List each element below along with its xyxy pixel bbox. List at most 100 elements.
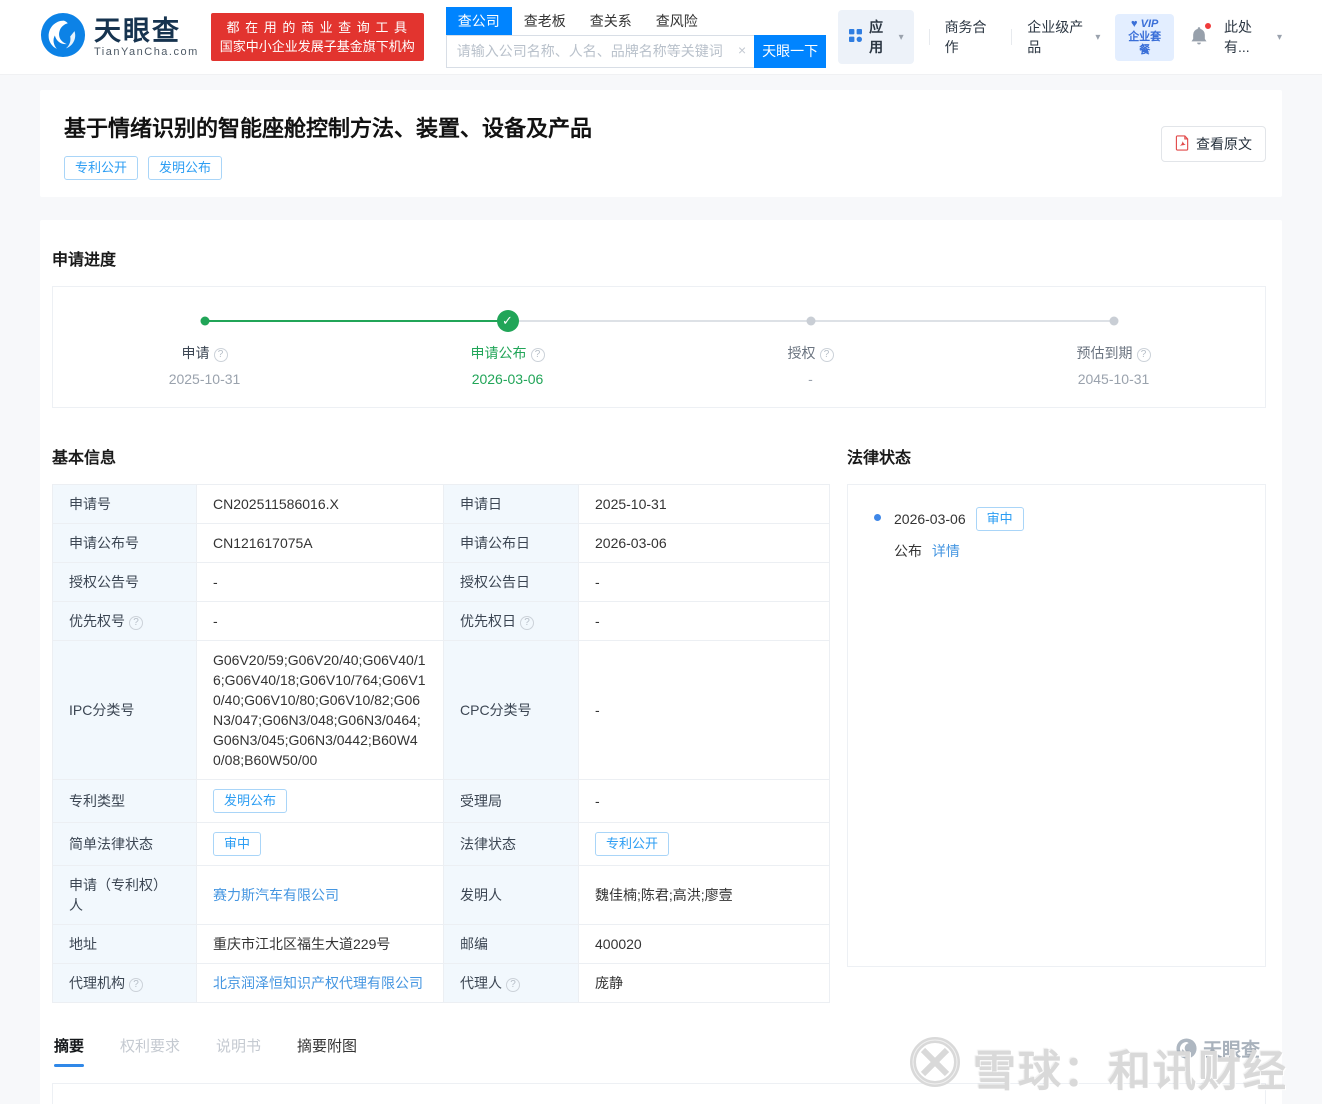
table-row: 代理机构? 北京润泽恒知识产权代理有限公司 代理人? 庞静 xyxy=(53,964,830,1003)
field-value: 2026-03-06 xyxy=(579,524,830,563)
detail-tabs: 摘要 权利要求 说明书 摘要附图 天眼查 xyxy=(52,1035,1266,1067)
field-label: 申请公布号 xyxy=(53,524,197,563)
timeline-dot-granted xyxy=(806,317,815,326)
help-icon[interactable]: ? xyxy=(531,348,545,362)
nav-enterprise[interactable]: 企业级产品 ▾ xyxy=(1027,17,1100,57)
slogan-banner: 都 在 用 的 商 业 查 询 工 具 国家中小企业发展子基金旗下机构 xyxy=(211,13,424,61)
tab-abstract[interactable]: 摘要 xyxy=(54,1035,84,1067)
step-label: 申请公布 xyxy=(471,345,527,361)
divider xyxy=(1011,29,1012,45)
field-label: 授权公告号 xyxy=(53,563,197,602)
table-row: 优先权号? - 优先权日? - xyxy=(53,602,830,641)
search-button[interactable]: 天眼一下 xyxy=(754,35,826,68)
apps-menu-button[interactable]: 应用 ▾ xyxy=(838,10,914,64)
applicant-company-link[interactable]: 赛力斯汽车有限公司 xyxy=(213,887,339,903)
timeline-dot-published-check-icon: ✓ xyxy=(497,310,519,332)
apps-label: 应用 xyxy=(869,17,892,57)
bullet-icon xyxy=(874,514,881,521)
tab-abstract-figure[interactable]: 摘要附图 xyxy=(297,1035,357,1067)
table-row: 授权公告号 - 授权公告日 - xyxy=(53,563,830,602)
agency-company-link[interactable]: 北京润泽恒知识产权代理有限公司 xyxy=(213,975,423,991)
basic-info-heading: 基本信息 xyxy=(52,444,830,468)
field-value: - xyxy=(579,780,830,823)
timeline-track-done xyxy=(205,320,508,322)
field-value: 400020 xyxy=(579,925,830,964)
legal-status-tag: 审中 xyxy=(976,507,1024,531)
table-row: 地址 重庆市江北区福生大道229号 邮编 400020 xyxy=(53,925,830,964)
legal-status-detail-link[interactable]: 详情 xyxy=(932,543,960,559)
step-date: 2025-10-31 xyxy=(53,371,356,387)
legal-status-action: 公布 xyxy=(894,543,922,559)
help-icon[interactable]: ? xyxy=(129,978,143,992)
application-progress-timeline: ✓ 申请? 2025-10-31 申请公布? 2026-03-06 授权? - xyxy=(52,286,1266,408)
search-tab-risk[interactable]: 查风险 xyxy=(644,7,710,35)
legal-status-item: 2026-03-06 审中 公布 详情 xyxy=(872,507,1241,561)
help-icon[interactable]: ? xyxy=(506,978,520,992)
view-original-button[interactable]: 查看原文 xyxy=(1161,126,1266,162)
field-value: 重庆市江北区福生大道229号 xyxy=(197,925,444,964)
brand-domain: TianYanCha.com xyxy=(94,46,199,58)
basic-info-table: 申请号 CN202511586016.X 申请日 2025-10-31 申请公布… xyxy=(52,484,830,1003)
help-icon[interactable]: ? xyxy=(520,616,534,630)
field-label: 申请日 xyxy=(444,485,579,524)
help-icon[interactable]: ? xyxy=(1137,348,1151,362)
enterprise-label: 企业级产品 xyxy=(1027,17,1091,57)
notification-bell-icon[interactable] xyxy=(1189,25,1209,49)
help-icon[interactable]: ? xyxy=(820,348,834,362)
field-label: 受理局 xyxy=(444,780,579,823)
help-icon[interactable]: ? xyxy=(129,616,143,630)
apps-grid-icon xyxy=(848,28,863,46)
tab-claims: 权利要求 xyxy=(120,1035,180,1067)
divider xyxy=(929,29,930,45)
tianyancha-logo[interactable]: 天眼查 TianYanCha.com xyxy=(40,12,199,63)
table-row: IPC分类号 G06V20/59;G06V20/40;G06V40/16;G06… xyxy=(53,641,830,780)
step-date: 2045-10-31 xyxy=(962,371,1265,387)
timeline-dot-expiry xyxy=(1109,317,1118,326)
search-tabs: 查公司 查老板 查关系 查风险 xyxy=(446,7,826,35)
field-label: 专利类型 xyxy=(53,780,197,823)
ipc-classification-value: G06V20/59;G06V20/40;G06V40/16;G06V40/18;… xyxy=(197,641,444,780)
search-input[interactable] xyxy=(446,35,754,68)
view-original-label: 查看原文 xyxy=(1196,134,1252,154)
clear-search-icon[interactable]: × xyxy=(738,42,746,58)
vip-sub-label: 企业套餐 xyxy=(1124,31,1165,57)
search-tab-relation[interactable]: 查关系 xyxy=(578,7,644,35)
table-row: 简单法律状态 审中 法律状态 专利公开 xyxy=(53,823,830,866)
search-tab-company[interactable]: 查公司 xyxy=(446,7,512,35)
search-tab-boss[interactable]: 查老板 xyxy=(512,7,578,35)
chevron-down-icon: ▾ xyxy=(1095,32,1100,43)
field-label: CPC分类号 xyxy=(444,641,579,780)
patent-detail-card: 申请进度 ✓ 申请? 2025-10-31 申请公布? 2026-03-06 xyxy=(40,220,1282,1104)
help-icon[interactable]: ? xyxy=(214,348,228,362)
field-label: 地址 xyxy=(53,925,197,964)
abstract-text: 本申请实施例提供了基于情绪识别的智能座舱控制方法、装置、设备及产品，包括：获取基… xyxy=(52,1083,1266,1104)
field-label: 发明人 xyxy=(444,866,579,925)
field-value: 发明公布 xyxy=(197,780,444,823)
table-row: 申请号 CN202511586016.X 申请日 2025-10-31 xyxy=(53,485,830,524)
field-value: 魏佳楠;陈君;高洪;廖壹 xyxy=(579,866,830,925)
chevron-down-icon: ▾ xyxy=(1277,32,1282,43)
nav-cooperation[interactable]: 商务合作 xyxy=(945,17,997,57)
field-value: 北京润泽恒知识产权代理有限公司 xyxy=(197,964,444,1003)
progress-heading: 申请进度 xyxy=(52,246,1266,270)
legal-status-date: 2026-03-06 xyxy=(894,511,966,527)
vip-package-badge[interactable]: ♥ VIP 企业套餐 xyxy=(1115,14,1174,61)
field-label: 代理人? xyxy=(444,964,579,1003)
field-label: 代理机构? xyxy=(53,964,197,1003)
field-value: CN121617075A xyxy=(197,524,444,563)
field-label: IPC分类号 xyxy=(53,641,197,780)
account-label: 此处有... xyxy=(1224,17,1273,57)
field-label: 申请号 xyxy=(53,485,197,524)
patent-title-card: 基于情绪识别的智能座舱控制方法、装置、设备及产品 专利公开 发明公布 查看原文 xyxy=(40,90,1282,197)
field-label: 申请（专利权）人 xyxy=(53,866,197,925)
progress-step-estimated-expiry: 预估到期? 2045-10-31 xyxy=(962,343,1265,387)
simple-legal-status-badge: 审中 xyxy=(213,832,261,856)
field-label: 邮编 xyxy=(444,925,579,964)
field-value: - xyxy=(579,602,830,641)
field-value: 赛力斯汽车有限公司 xyxy=(197,866,444,925)
nav-account-more[interactable]: 此处有... ▾ xyxy=(1224,17,1282,57)
legal-status-heading: 法律状态 xyxy=(847,444,1266,468)
field-label: 授权公告日 xyxy=(444,563,579,602)
progress-step-granted: 授权? - xyxy=(659,343,962,387)
vip-label: VIP xyxy=(1141,18,1159,30)
